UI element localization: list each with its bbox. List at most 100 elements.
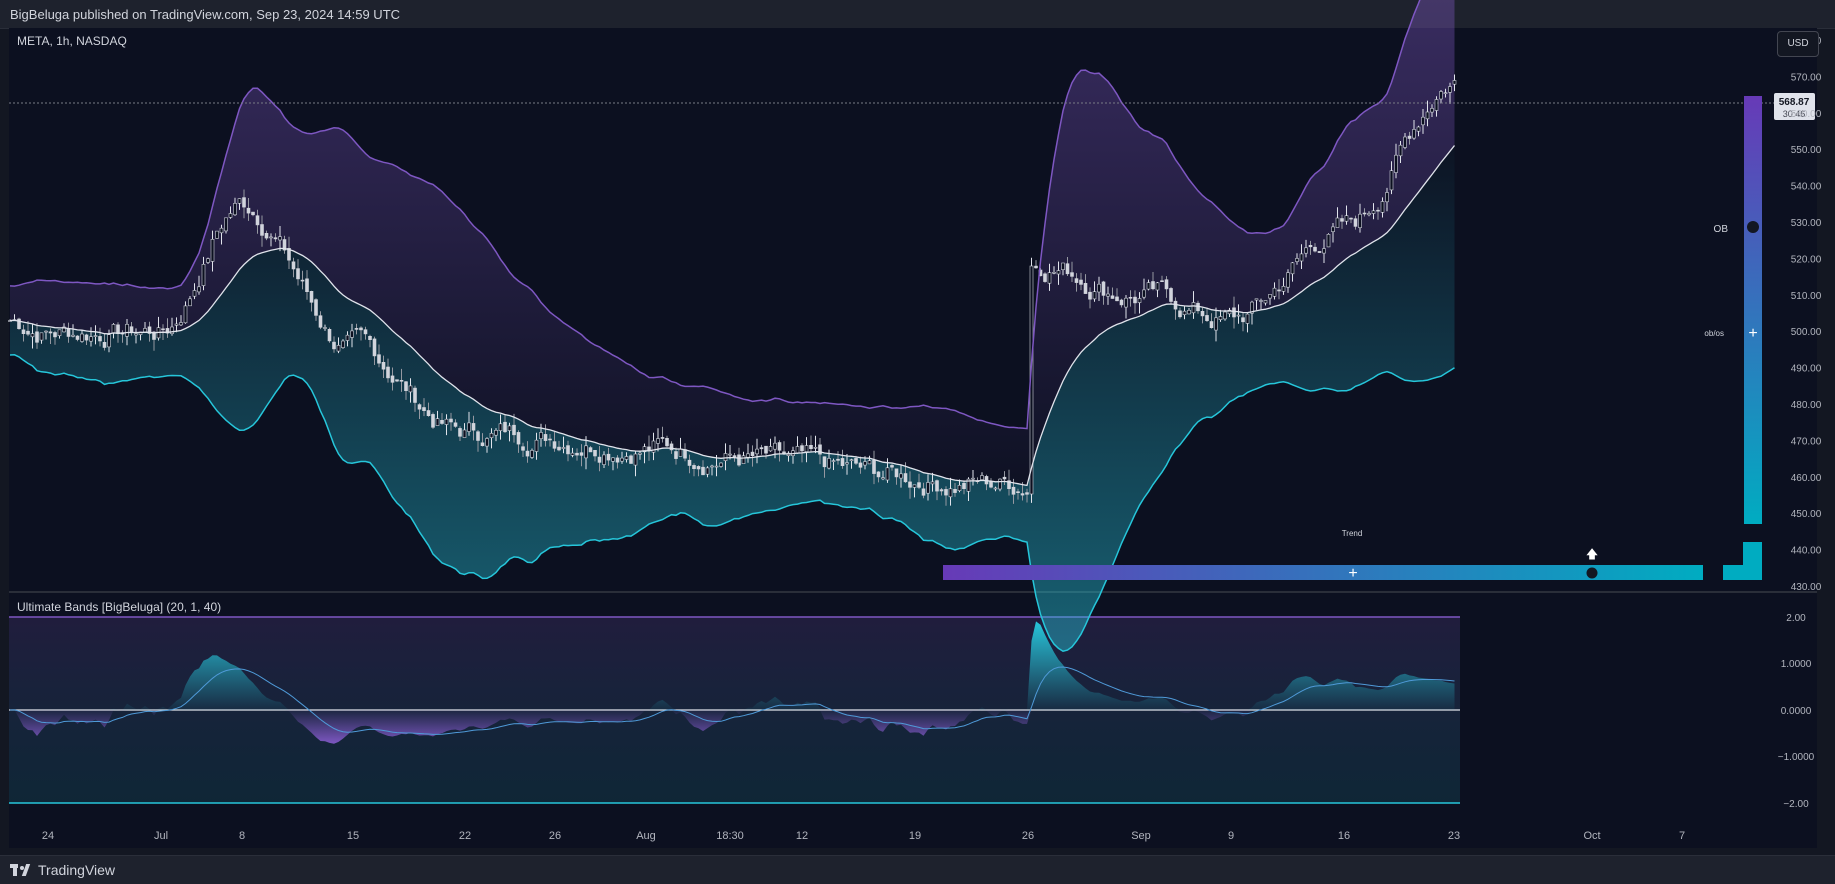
candle-body: [813, 446, 818, 449]
candle-body: [1380, 201, 1385, 213]
candle-body: [1065, 263, 1070, 275]
candle-body: [746, 453, 750, 458]
candle-body: [161, 328, 165, 331]
candle-body: [998, 478, 1002, 490]
candle-body: [197, 286, 201, 293]
candle-body: [656, 438, 660, 444]
candle-body: [597, 456, 602, 463]
trend-gauge-step: [1743, 542, 1762, 566]
candle-body: [611, 457, 615, 462]
candle-body: [993, 487, 998, 490]
candle-body: [827, 458, 831, 469]
candle-body: [678, 448, 683, 457]
candle-body: [1146, 282, 1151, 290]
candle-body: [305, 278, 309, 292]
candle-body: [1079, 279, 1083, 285]
candle-body: [192, 290, 197, 297]
candle-body: [719, 462, 723, 467]
candle-body: [692, 465, 696, 469]
price-layer: [8, 0, 1457, 653]
candle-body: [899, 473, 903, 479]
candle-body: [476, 431, 480, 441]
candle-body: [489, 432, 494, 438]
candle-body: [1367, 213, 1371, 216]
time-tick-label: 8: [239, 830, 245, 842]
candle-body: [453, 422, 458, 427]
candle-body: [1281, 285, 1286, 292]
candle-body: [867, 460, 872, 465]
candle-body: [471, 423, 476, 431]
candle-body: [1421, 116, 1425, 126]
candle-body: [849, 459, 854, 462]
candle-body: [1205, 315, 1209, 321]
candle-body: [989, 481, 993, 488]
symbol-label[interactable]: META, 1h, NASDAQ: [17, 34, 127, 48]
price-tick-label: 490.00: [1791, 364, 1822, 375]
candle-body: [1169, 288, 1173, 302]
candle-body: [327, 328, 332, 342]
candle-body: [1200, 310, 1205, 317]
brand-name: TradingView: [38, 862, 116, 878]
osc-tick-label: −1.0000: [1778, 752, 1815, 763]
candle-body: [35, 331, 39, 343]
candle-body: [278, 236, 282, 241]
candle-body: [1308, 245, 1313, 248]
candle-body: [273, 237, 278, 240]
price-tick-label: 560.00: [1791, 109, 1822, 120]
candle-body: [1290, 262, 1295, 275]
candle-body: [1362, 212, 1367, 215]
indicator-title[interactable]: Ultimate Bands [BigBeluga] (20, 1, 40): [17, 600, 221, 614]
candle-body: [336, 345, 341, 352]
candle-body: [939, 489, 944, 492]
candle-body: [98, 336, 102, 342]
chart-svg[interactable]: OB + ob/os + 🡅 Trend 568.87 30:46 META, …: [0, 0, 1835, 883]
candle-body: [66, 327, 71, 337]
price-axis[interactable]: 580.00570.00560.00550.00540.00530.00520.…: [1791, 36, 1822, 593]
osc-axis[interactable]: 2.00 1.0000 0.0000 −1.0000 −2.00: [1778, 613, 1815, 810]
candle-body: [480, 442, 485, 446]
currency-button[interactable]: USD: [1777, 31, 1819, 57]
candle-body: [1430, 108, 1434, 113]
candle-body: [575, 452, 579, 456]
candle-body: [201, 263, 206, 286]
candle-body: [1448, 86, 1452, 93]
candle-body: [836, 458, 840, 461]
candle-body: [300, 279, 305, 282]
candle-body: [615, 457, 620, 463]
candle-body: [957, 484, 962, 491]
ob-marker: [1747, 221, 1759, 233]
candle-body: [39, 332, 44, 341]
candle-body: [1232, 307, 1236, 318]
candle-body: [809, 444, 813, 449]
tradingview-mark-icon: [10, 864, 32, 876]
candle-body: [1389, 170, 1394, 191]
price-tick-label: 450.00: [1791, 509, 1822, 520]
candle-body: [458, 428, 462, 437]
candle-body: [1115, 296, 1119, 302]
candle-body: [75, 335, 80, 340]
time-tick-label: 26: [549, 830, 561, 842]
candle-body: [863, 461, 867, 466]
price-tick-label: 520.00: [1791, 254, 1822, 265]
candle-body: [858, 462, 863, 468]
tradingview-logo[interactable]: TradingView: [10, 862, 115, 878]
candle-body: [1061, 262, 1065, 270]
candle-body: [1295, 258, 1299, 262]
candle-body: [903, 473, 908, 483]
candle-body: [534, 439, 539, 452]
candle-body: [980, 475, 984, 480]
candle-body: [800, 445, 804, 452]
ob-label: OB: [1714, 224, 1729, 235]
candle-body: [386, 366, 390, 379]
candle-body: [1119, 299, 1124, 306]
time-tick-label: 19: [909, 830, 921, 842]
osc-tick-label: 0.0000: [1781, 706, 1812, 717]
candle-body: [224, 217, 228, 232]
candle-body: [881, 477, 885, 480]
candle-body: [188, 298, 192, 307]
candle-body: [431, 414, 435, 428]
candle-body: [1376, 209, 1380, 212]
candle-body: [840, 458, 845, 466]
candle-body: [588, 447, 593, 453]
time-axis[interactable]: 24 Jul 8 15 22 26 Aug 18:30 12 19 26 Sep 9 16 23 Oct 7: [42, 830, 1685, 842]
